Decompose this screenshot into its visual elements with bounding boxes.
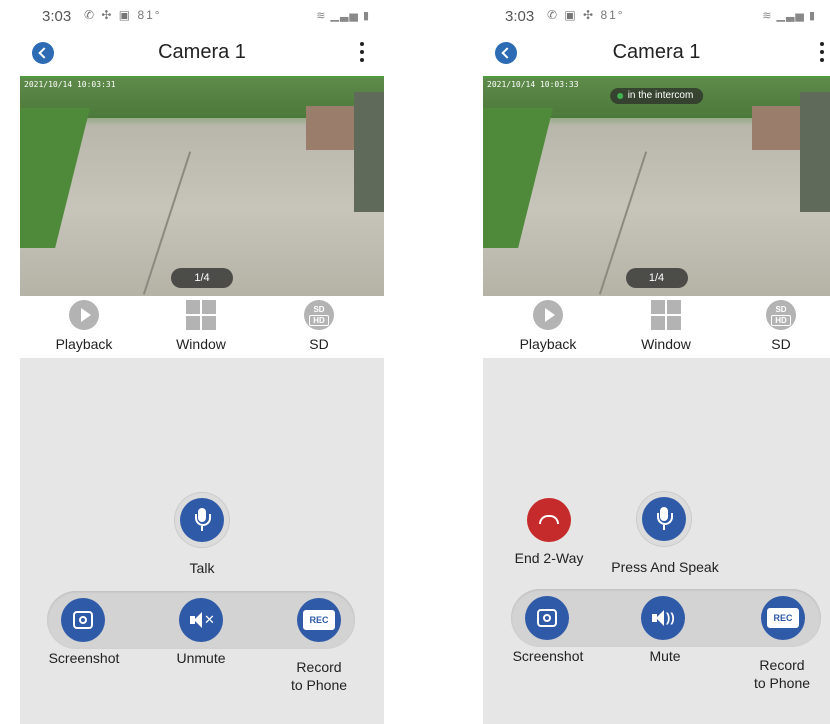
talk-label: Talk <box>189 560 215 576</box>
more-options-icon[interactable] <box>820 42 824 64</box>
sd-hd-icon: SD HD <box>304 300 334 330</box>
video-scene-garage <box>354 92 384 212</box>
phone-screen-left: 3:03 ✆ ✣ ▣ 81° ≋ ▁▃▅ ▮ Camera 1 2021/10/… <box>20 0 384 724</box>
top-nav: Camera 1 <box>20 34 384 76</box>
video-scene-wall <box>752 106 800 150</box>
notification-icons: ✆ ▣ ✣ 81° <box>547 8 625 22</box>
speaker-on-icon: )) <box>652 610 676 626</box>
playback-label: Playback <box>519 336 577 352</box>
page-indicator: 1/4 <box>625 268 688 288</box>
record-button[interactable]: REC <box>297 598 341 642</box>
action-tray: ✕ REC <box>47 591 355 649</box>
speaker-muted-icon: ✕ <box>190 612 215 628</box>
unmute-label: Unmute <box>176 650 226 666</box>
camera-icon <box>73 611 93 629</box>
record-label: Record to Phone <box>753 657 811 691</box>
signal-battery-icons: ≋ ▁▃▅ ▮ <box>762 10 816 22</box>
sd-hd-icon: SD HD <box>766 300 796 330</box>
press-and-speak-label: Press And Speak <box>611 559 719 575</box>
unmute-button[interactable]: ✕ <box>179 598 223 642</box>
view-controls: Playback Window SD HD SD <box>20 296 384 358</box>
window-button[interactable]: Window <box>161 300 241 352</box>
window-grid-icon <box>651 300 681 330</box>
playback-button[interactable]: Playback <box>44 300 124 352</box>
playback-icon <box>533 300 563 330</box>
microphone-icon <box>656 507 673 531</box>
window-label: Window <box>176 336 226 352</box>
video-scene-lawn <box>483 108 553 248</box>
camera-video-feed[interactable]: 2021/10/14 10:03:33 in the intercom 1/4 <box>483 76 830 298</box>
status-time: 3:03 <box>505 8 535 25</box>
press-and-speak-button[interactable] <box>636 491 692 547</box>
record-label: Record to Phone <box>290 659 348 693</box>
video-scene-lawn <box>20 108 90 248</box>
screenshot-label: Screenshot <box>512 648 584 664</box>
top-nav: Camera 1 <box>483 34 830 76</box>
screenshot-button[interactable] <box>525 596 569 640</box>
playback-icon <box>69 300 99 330</box>
screenshot-button[interactable] <box>61 598 105 642</box>
microphone-icon <box>194 508 211 532</box>
page-title: Camera 1 <box>612 41 701 63</box>
status-bar: 3:03 ✆ ✣ ▣ 81° ≋ ▁▃▅ ▮ <box>20 0 384 34</box>
screenshot-label: Screenshot <box>48 650 120 666</box>
status-temp: 81° <box>137 8 162 22</box>
sd-label: SD <box>771 336 791 352</box>
more-options-icon[interactable] <box>360 42 364 64</box>
camera-icon <box>537 609 557 627</box>
record-button[interactable]: REC <box>761 596 805 640</box>
playback-button[interactable]: Playback <box>508 300 588 352</box>
sd-button[interactable]: SD HD SD <box>741 300 821 352</box>
intercom-status-badge: in the intercom <box>609 88 704 104</box>
sd-label: SD <box>309 336 329 352</box>
rec-icon: REC <box>767 608 799 628</box>
window-grid-icon <box>186 300 216 330</box>
video-scene-wall <box>306 106 354 150</box>
camera-video-feed[interactable]: 2021/10/14 10:03:31 1/4 <box>20 76 384 298</box>
mute-label: Mute <box>649 648 681 664</box>
view-controls: Playback Window SD HD SD <box>483 296 830 358</box>
signal-battery-icons: ≋ ▁▃▅ ▮ <box>316 10 370 22</box>
rec-icon: REC <box>303 610 335 630</box>
notification-icons: ✆ ✣ ▣ 81° <box>84 8 162 22</box>
hang-up-icon <box>539 515 559 524</box>
video-scene-garage <box>800 92 830 212</box>
status-time: 3:03 <box>42 8 72 25</box>
end-two-way-button[interactable] <box>527 498 571 542</box>
window-label: Window <box>641 336 691 352</box>
status-temp: 81° <box>600 8 625 22</box>
phone-screen-right: 3:03 ✆ ▣ ✣ 81° ≋ ▁▃▅ ▮ Camera 1 2021/10/… <box>483 0 830 724</box>
playback-label: Playback <box>55 336 113 352</box>
sd-button[interactable]: SD HD SD <box>279 300 359 352</box>
video-timestamp: 2021/10/14 10:03:31 <box>24 80 116 89</box>
video-timestamp: 2021/10/14 10:03:33 <box>487 80 579 89</box>
page-title: Camera 1 <box>158 41 246 63</box>
mute-button[interactable]: )) <box>641 596 685 640</box>
action-tray: )) REC <box>511 589 821 647</box>
talk-button[interactable] <box>174 492 230 548</box>
page-indicator: 1/4 <box>171 268 233 288</box>
status-bar: 3:03 ✆ ▣ ✣ 81° ≋ ▁▃▅ ▮ <box>483 0 830 34</box>
window-button[interactable]: Window <box>626 300 706 352</box>
